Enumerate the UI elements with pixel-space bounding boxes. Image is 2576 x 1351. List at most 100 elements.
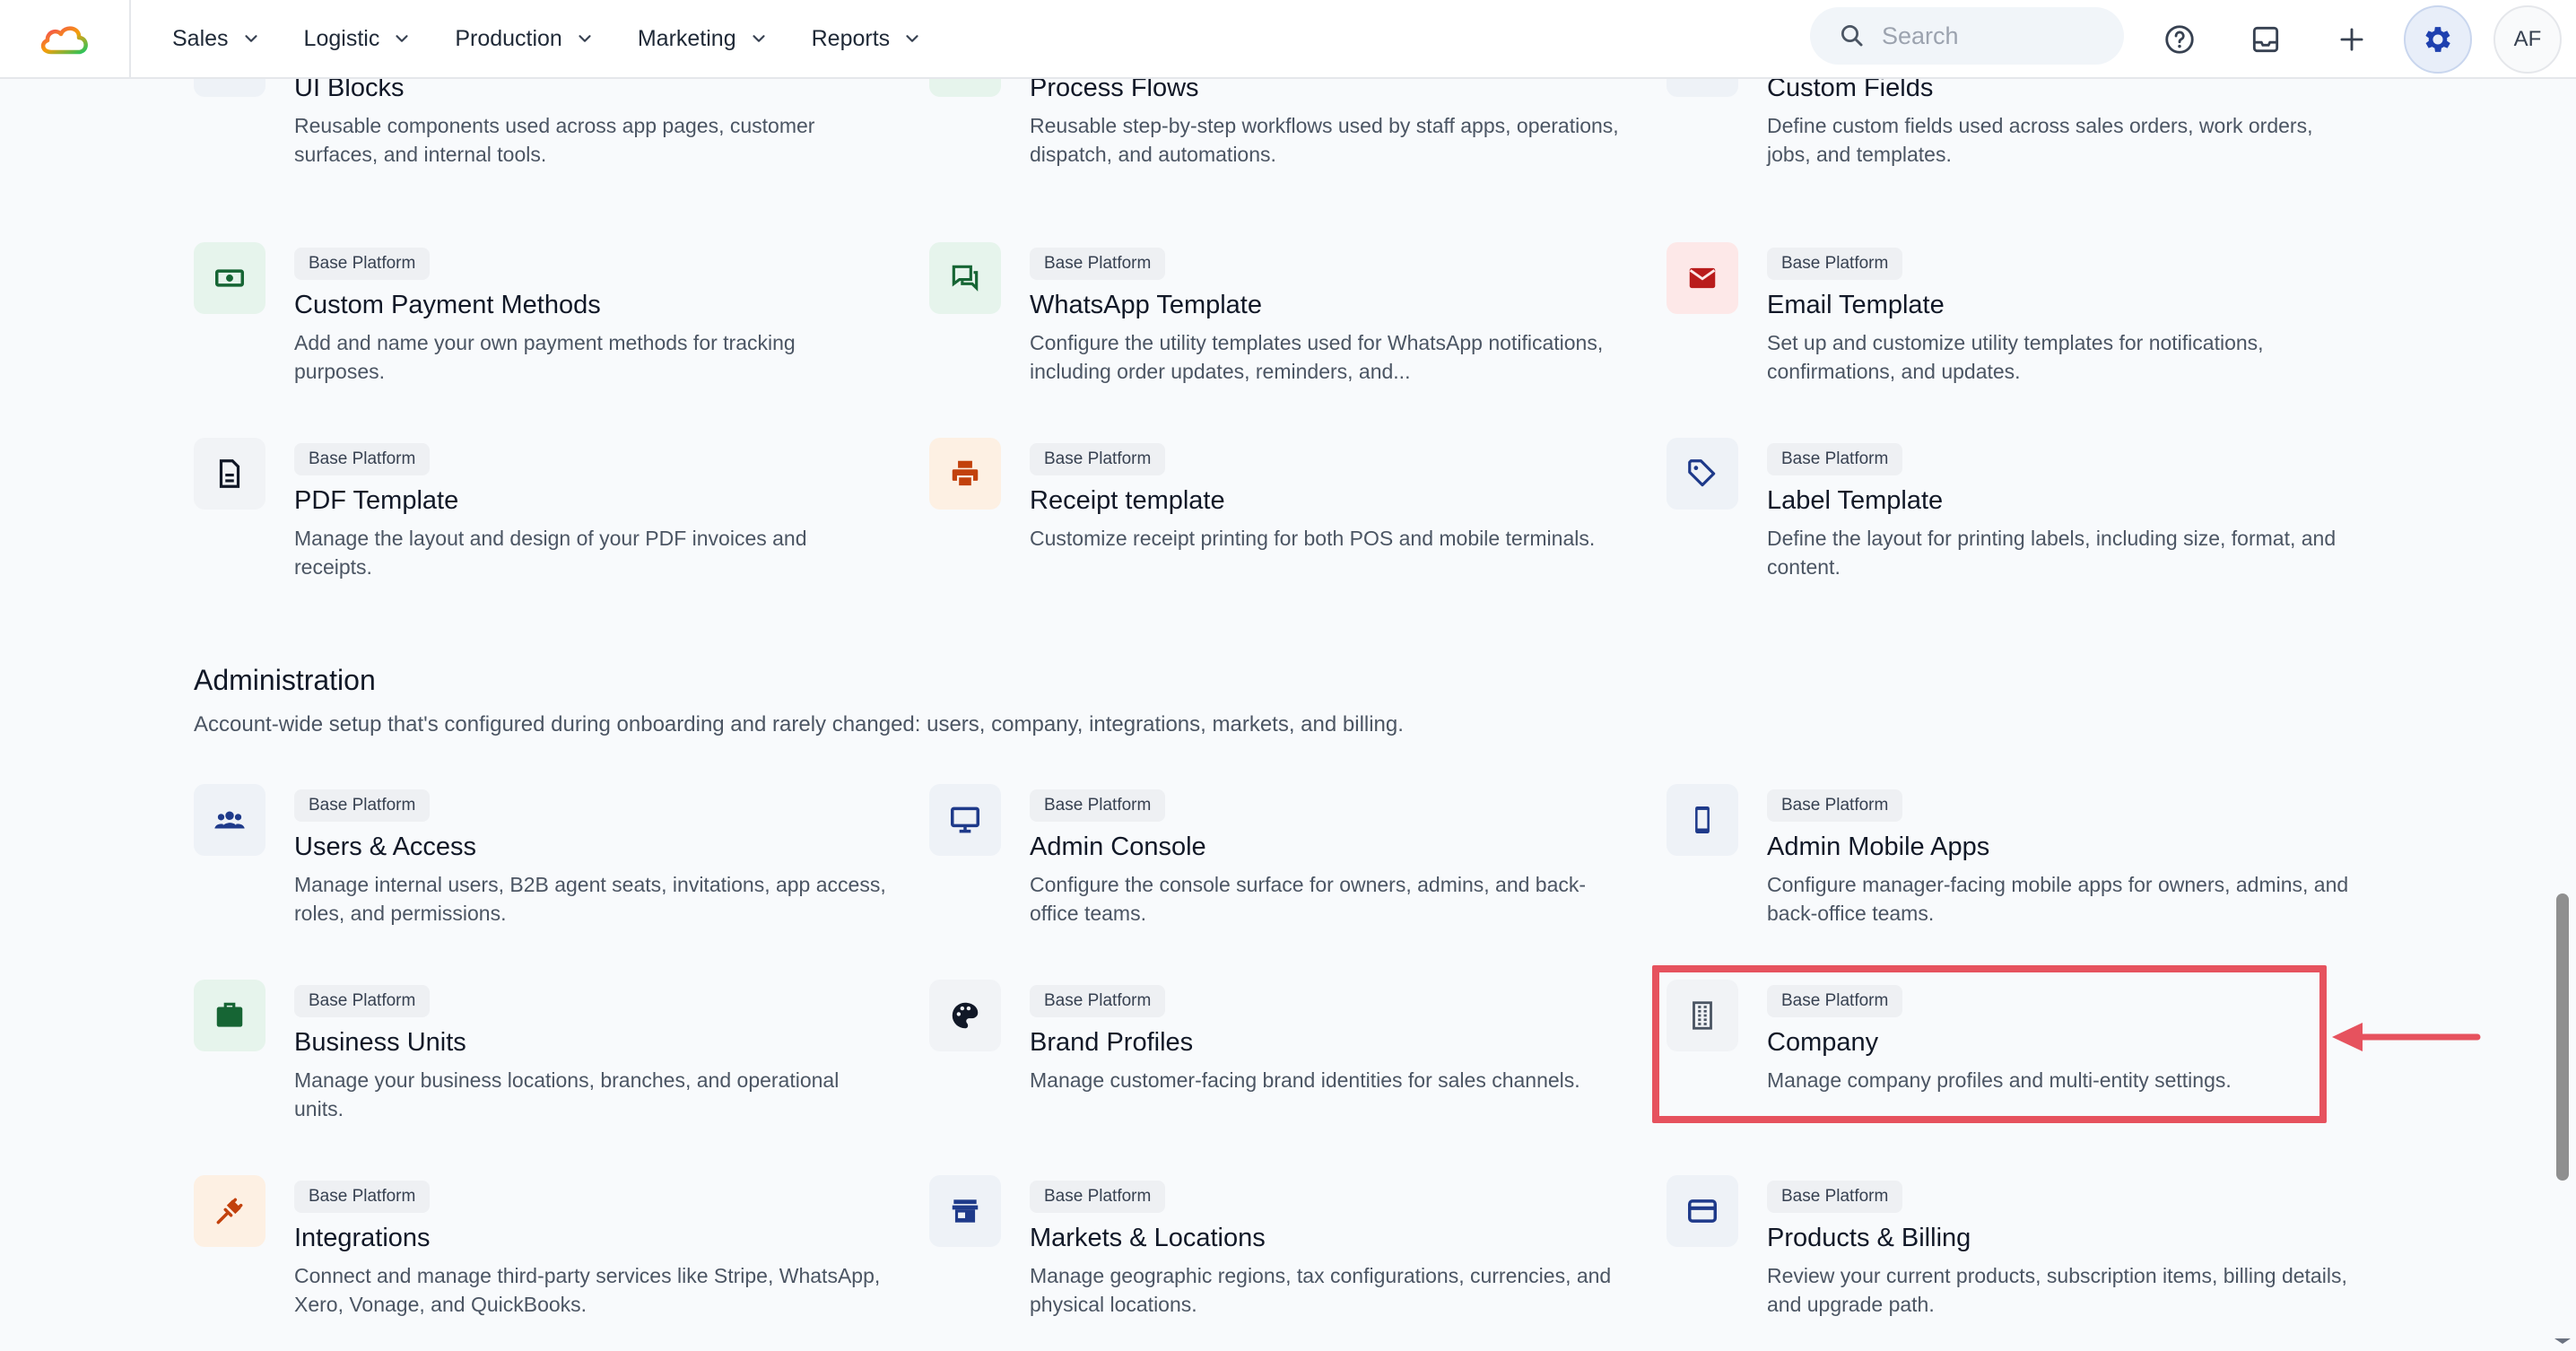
building-icon [1693, 1001, 1712, 1030]
card-desc: Manage your business locations, branches… [294, 1068, 840, 1120]
users-icon-tile [194, 784, 265, 856]
settings-button[interactable] [2404, 5, 2472, 74]
nav-production[interactable]: Production [455, 26, 595, 52]
users-icon [214, 811, 245, 829]
credit-card-icon [1688, 1199, 1717, 1223]
card-desc: Define custom fields used across sales o… [1767, 114, 2313, 166]
plug-icon-tile [194, 1175, 265, 1247]
main-nav: Sales Logistic Production Marketing Repo… [172, 0, 965, 78]
nav-logistic-label: Logistic [303, 25, 380, 51]
monitor-icon-tile [929, 784, 1001, 856]
card-desc: Customize receipt printing for both POS … [1030, 527, 1596, 550]
card-products-billing[interactable]: Base Platform Products & Billing Review … [1667, 1175, 2366, 1346]
nav-logistic[interactable]: Logistic [304, 26, 413, 52]
card-title: Users & Access [294, 832, 477, 861]
card-desc: Manage customer-facing brand identities … [1030, 1068, 1580, 1092]
mail-icon [1689, 267, 1716, 289]
platform-badge: Base Platform [1030, 248, 1166, 280]
nav-sales[interactable]: Sales [172, 26, 261, 52]
search-input[interactable] [1882, 22, 2097, 50]
platform-badge: Base Platform [294, 789, 431, 822]
nav-reports[interactable]: Reports [812, 26, 923, 52]
plus-icon [2340, 28, 2363, 51]
platform-badge: Base Platform [1030, 789, 1166, 822]
card-admin-console[interactable]: Base Platform Admin Console Configure th… [929, 784, 1629, 954]
arrow-left-icon [2332, 1023, 2481, 1051]
palette-icon-tile [929, 980, 1001, 1051]
flow-icon-tile [929, 79, 1001, 97]
platform-badge: Base Platform [294, 248, 431, 280]
card-title: Label Template [1767, 486, 1944, 515]
card-desc: Manage geographic regions, tax configura… [1030, 1264, 1612, 1316]
nav-production-label: Production [455, 25, 562, 51]
document-icon [219, 459, 240, 488]
add-button[interactable] [2323, 11, 2380, 68]
search-box[interactable] [1810, 7, 2124, 65]
card-desc: Configure manager-facing mobile apps for… [1767, 873, 2349, 925]
help-button[interactable] [2151, 11, 2208, 68]
card-custom-payment-methods[interactable]: Base Platform Custom Payment Methods Add… [194, 242, 893, 413]
card-title: Products & Billing [1767, 1224, 1971, 1252]
nav-sales-label: Sales [172, 25, 229, 51]
card-email-template[interactable]: Base Platform Email Template Set up and … [1667, 242, 2366, 413]
platform-badge: Base Platform [1767, 985, 1903, 1017]
card-label-template[interactable]: Base Platform Label Template Define the … [1667, 438, 2366, 608]
platform-badge: Base Platform [1767, 789, 1903, 822]
chevron-down-icon [244, 35, 257, 42]
scrollbar-thumb[interactable] [2556, 893, 2569, 1181]
user-avatar[interactable]: AF [2493, 5, 2562, 74]
card-custom-fields[interactable]: Custom Fields Define custom fields used … [1667, 79, 2366, 196]
store-icon [952, 1199, 979, 1223]
card-users-access[interactable]: Base Platform Users & Access Manage inte… [194, 784, 893, 954]
card-title: Business Units [294, 1028, 466, 1057]
card-whatsapp-template[interactable]: Base Platform WhatsApp Template Configur… [929, 242, 1629, 413]
chevron-down-icon [906, 35, 918, 42]
platform-badge: Base Platform [1030, 1181, 1166, 1213]
card-desc: Review your current products, subscripti… [1767, 1264, 2347, 1316]
chevron-down-icon [579, 35, 591, 42]
administration-subtitle: Account-wide setup that's configured dur… [194, 712, 1404, 737]
nav-marketing-label: Marketing [637, 25, 736, 51]
cash-icon [215, 269, 244, 287]
scroll-down-arrow[interactable] [2554, 1338, 2571, 1344]
help-icon [2165, 25, 2194, 54]
briefcase-icon-tile [194, 980, 265, 1051]
credit-card-icon-tile [1667, 1175, 1738, 1247]
platform-badge: Base Platform [1030, 985, 1166, 1017]
phone-icon [1695, 806, 1710, 834]
platform-badge: Base Platform [1767, 1181, 1903, 1213]
card-desc: Add and name your own payment methods fo… [294, 331, 796, 383]
platform-badge: Base Platform [294, 1181, 431, 1213]
nav-marketing[interactable]: Marketing [638, 26, 769, 52]
platform-badge: Base Platform [1767, 248, 1903, 280]
card-pdf-template[interactable]: Base Platform PDF Template Manage the la… [194, 438, 893, 608]
printer-icon-tile [929, 438, 1001, 510]
card-desc: Set up and customize utility templates f… [1767, 331, 2264, 383]
inbox-button[interactable] [2237, 11, 2294, 68]
card-receipt-template[interactable]: Base Platform Receipt template Customize… [929, 438, 1629, 608]
card-integrations[interactable]: Base Platform Integrations Connect and m… [194, 1175, 893, 1346]
monitor-icon [951, 806, 979, 833]
card-ui-blocks[interactable]: UI Blocks Reusable components used acros… [194, 79, 893, 196]
card-company[interactable]: Base Platform Company Manage company pro… [1667, 980, 2366, 1150]
phone-icon-tile [1667, 784, 1738, 856]
document-icon-tile [194, 438, 265, 510]
card-title: PDF Template [294, 486, 459, 515]
app-logo[interactable] [0, 0, 131, 78]
platform-badge: Base Platform [1030, 443, 1166, 475]
search-icon [1841, 25, 1863, 47]
briefcase-icon [216, 1002, 243, 1027]
card-title: Integrations [294, 1224, 431, 1252]
tag-icon-tile [1667, 438, 1738, 510]
card-desc: Manage the layout and design of your PDF… [294, 527, 807, 579]
card-markets-locations[interactable]: Base Platform Markets & Locations Manage… [929, 1175, 1629, 1346]
card-business-units[interactable]: Base Platform Business Units Manage your… [194, 980, 893, 1150]
chevron-down-icon [396, 35, 408, 42]
card-title: WhatsApp Template [1030, 291, 1262, 319]
card-admin-mobile-apps[interactable]: Base Platform Admin Mobile Apps Configur… [1667, 784, 2366, 954]
card-desc: Manage internal users, B2B agent seats, … [294, 873, 886, 925]
printer-icon [952, 460, 979, 488]
card-brand-profiles[interactable]: Base Platform Brand Profiles Manage cust… [929, 980, 1629, 1150]
card-title: Email Template [1767, 291, 1945, 319]
card-process-flows[interactable]: Process Flows Reusable step-by-step work… [929, 79, 1629, 196]
